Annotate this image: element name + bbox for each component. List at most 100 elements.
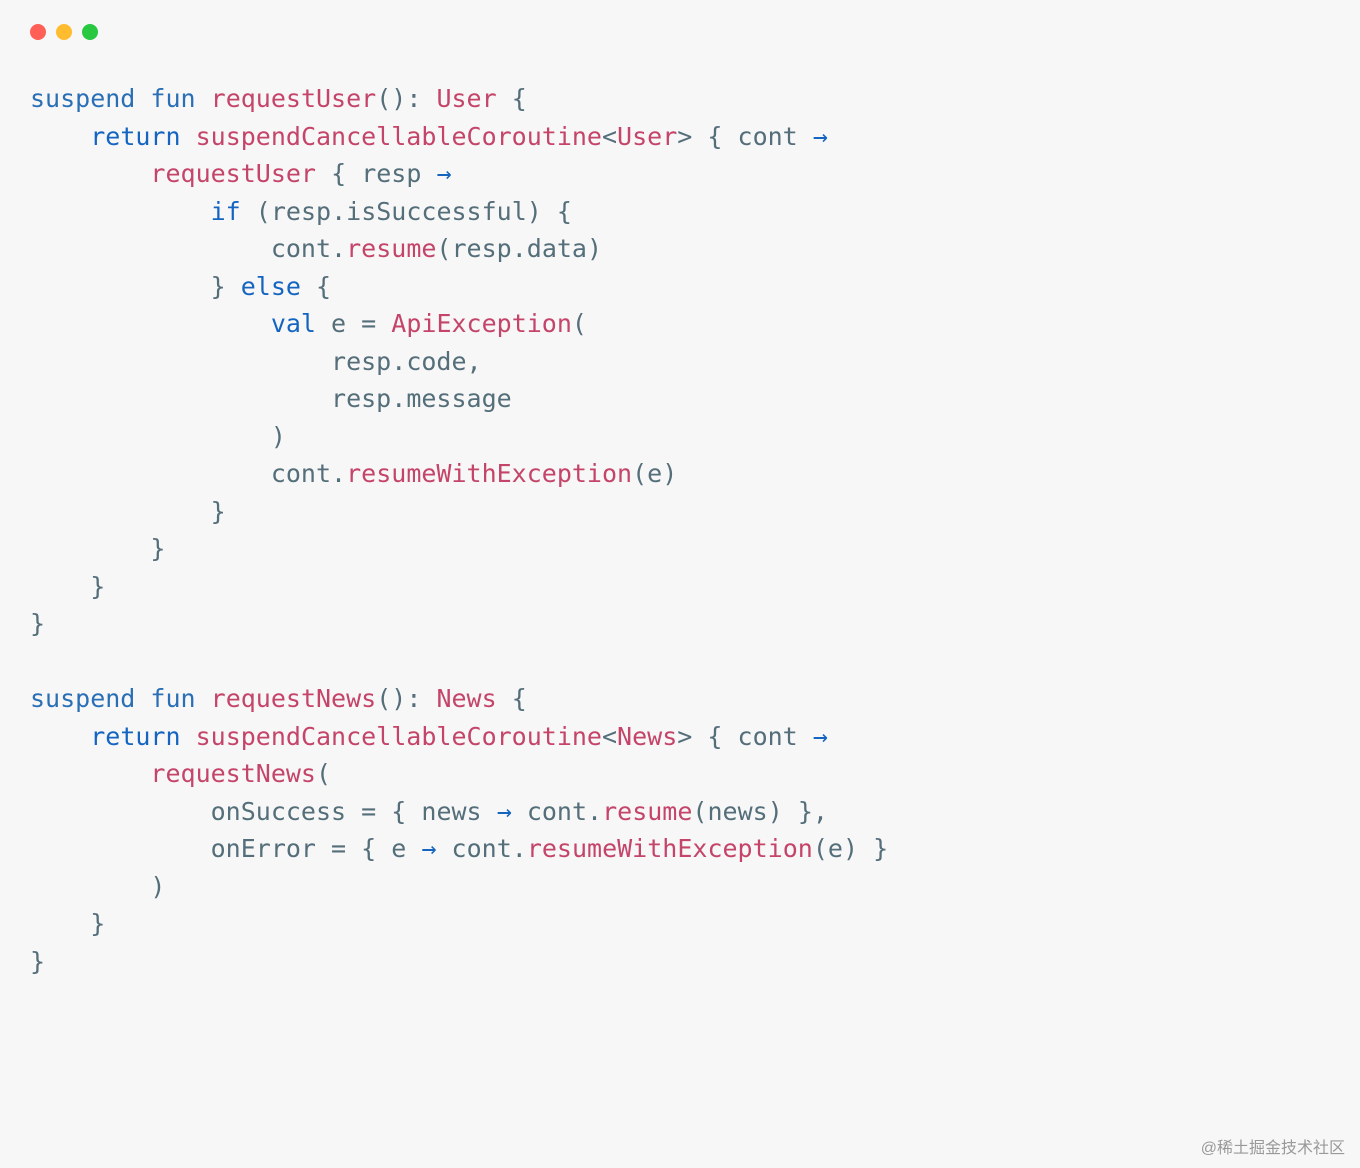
arrow-icon: → xyxy=(436,159,451,188)
function-name: requestUser xyxy=(211,84,377,113)
paren: ( xyxy=(632,459,647,488)
paren: ( xyxy=(572,309,587,338)
method-call: requestUser xyxy=(150,159,316,188)
property: code xyxy=(406,347,466,376)
colon: : xyxy=(406,84,436,113)
paren: ( xyxy=(692,797,707,826)
brace: { xyxy=(707,122,722,151)
dot: . xyxy=(512,834,527,863)
brace: } xyxy=(30,947,45,976)
method-call: resume xyxy=(602,797,692,826)
method-call: resumeWithException xyxy=(527,834,813,863)
keyword-val: val xyxy=(271,309,316,338)
brace: { xyxy=(512,84,527,113)
dot: . xyxy=(391,347,406,376)
angle-bracket: > xyxy=(677,722,692,751)
brace: { xyxy=(361,834,376,863)
brace: { xyxy=(707,722,722,751)
keyword-return: return xyxy=(90,122,180,151)
brace: { xyxy=(391,797,406,826)
paren: ) xyxy=(150,872,165,901)
identifier: news xyxy=(707,797,767,826)
maximize-icon[interactable] xyxy=(82,24,98,40)
keyword-return: return xyxy=(90,722,180,751)
paren: ( xyxy=(316,759,331,788)
keyword-suspend: suspend xyxy=(30,84,135,113)
param-cont: cont xyxy=(738,122,798,151)
method-call: suspendCancellableCoroutine xyxy=(196,722,602,751)
brace: { xyxy=(557,197,572,226)
comma: , xyxy=(813,797,828,826)
variable-e: e xyxy=(331,309,346,338)
dot: . xyxy=(331,459,346,488)
param-name: onError xyxy=(211,834,316,863)
property: data xyxy=(527,234,587,263)
watermark-text: @稀土掘金技术社区 xyxy=(1201,1134,1345,1158)
param-name: onSuccess xyxy=(211,797,346,826)
return-type: News xyxy=(436,684,496,713)
function-name: requestNews xyxy=(211,684,377,713)
paren: ) xyxy=(587,234,602,263)
paren: ) xyxy=(662,459,677,488)
param-news: news xyxy=(421,797,481,826)
param-resp: resp xyxy=(361,159,421,188)
identifier: cont xyxy=(452,834,512,863)
type-param: User xyxy=(617,122,677,151)
brace: } xyxy=(90,909,105,938)
equals: = xyxy=(361,797,376,826)
paren: () xyxy=(376,84,406,113)
constructor-call: ApiException xyxy=(391,309,572,338)
dot: . xyxy=(391,384,406,413)
dot: . xyxy=(331,234,346,263)
dot: . xyxy=(512,234,527,263)
identifier: cont xyxy=(271,234,331,263)
property: message xyxy=(406,384,511,413)
brace: } xyxy=(211,497,226,526)
identifier: cont xyxy=(271,459,331,488)
param-cont: cont xyxy=(738,722,798,751)
brace: } xyxy=(873,834,888,863)
comma: , xyxy=(467,347,482,376)
method-call: resume xyxy=(346,234,436,263)
equals: = xyxy=(361,309,376,338)
brace: { xyxy=(331,159,346,188)
keyword-if: if xyxy=(211,197,241,226)
angle-bracket: < xyxy=(602,722,617,751)
identifier: e xyxy=(647,459,662,488)
brace: { xyxy=(512,684,527,713)
angle-bracket: > xyxy=(677,122,692,151)
colon: : xyxy=(406,684,436,713)
return-type: User xyxy=(436,84,496,113)
close-icon[interactable] xyxy=(30,24,46,40)
keyword-suspend: suspend xyxy=(30,684,135,713)
arrow-icon: → xyxy=(421,834,436,863)
identifier: e xyxy=(828,834,843,863)
identifier: resp xyxy=(271,197,331,226)
type-param: News xyxy=(617,722,677,751)
paren: ( xyxy=(256,197,271,226)
method-call: suspendCancellableCoroutine xyxy=(196,122,602,151)
identifier: resp xyxy=(451,234,511,263)
minimize-icon[interactable] xyxy=(56,24,72,40)
brace: } xyxy=(211,272,226,301)
paren: ( xyxy=(436,234,451,263)
identifier: cont xyxy=(527,797,587,826)
dot: . xyxy=(331,197,346,226)
angle-bracket: < xyxy=(602,122,617,151)
keyword-fun: fun xyxy=(150,84,195,113)
code-block: suspend fun requestUser(): User { return… xyxy=(30,80,1330,980)
equals: = xyxy=(331,834,346,863)
method-call: resumeWithException xyxy=(346,459,632,488)
brace: } xyxy=(30,609,45,638)
paren: ) xyxy=(843,834,858,863)
keyword-else: else xyxy=(241,272,301,301)
paren: ) xyxy=(768,797,783,826)
brace: } xyxy=(150,534,165,563)
property: isSuccessful xyxy=(346,197,527,226)
identifier: resp xyxy=(331,347,391,376)
method-call: requestNews xyxy=(150,759,316,788)
keyword-fun: fun xyxy=(150,684,195,713)
identifier: resp xyxy=(331,384,391,413)
paren: ) xyxy=(271,422,286,451)
arrow-icon: → xyxy=(497,797,512,826)
